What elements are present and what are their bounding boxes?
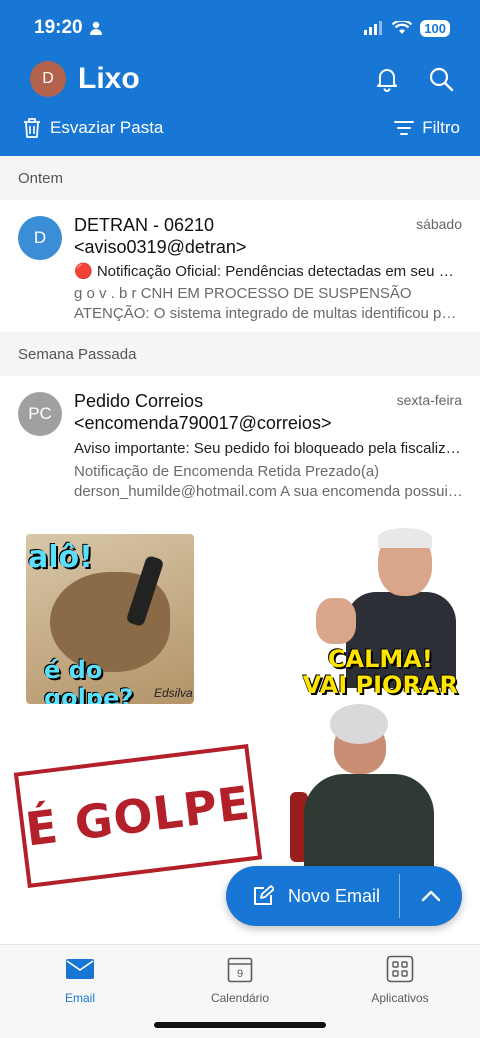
tab-apps[interactable]: Aplicativos: [330, 953, 470, 1005]
woman-hair-illustration: [330, 704, 388, 744]
sticker-signature: Edsilva: [154, 686, 193, 700]
empty-folder-button[interactable]: Esvaziar Pasta: [22, 117, 163, 139]
sticker-text-calma-line2: VAI PIORAR: [302, 671, 458, 699]
filter-button[interactable]: Filtro: [394, 118, 460, 138]
email-date: sábado: [416, 216, 462, 232]
sender-name-line2: <aviso0319@detran>: [74, 237, 247, 257]
sticker-woman-clapping: [290, 700, 460, 870]
tab-apps-label: Aplicativos: [371, 991, 429, 1005]
sender-avatar: D: [18, 216, 62, 260]
home-indicator[interactable]: [154, 1022, 326, 1028]
sender-name-line1: Pedido Correios: [74, 391, 204, 411]
email-preview-line1: g o v . b r CNH EM PROCESSO DE SUSPENSÃO: [74, 285, 412, 302]
man-hair-illustration: [378, 528, 432, 548]
app-header: 19:20 100 D Lixo Esvaziar Pasta Filtro: [0, 0, 480, 156]
email-subject: Aviso importante: Seu pedido foi bloquea…: [74, 440, 464, 457]
filter-icon: [394, 121, 415, 135]
section-header-yesterday: Ontem: [0, 156, 480, 200]
email-subject: 🔴 Notificação Oficial: Pendências detect…: [74, 263, 464, 280]
status-bar: 19:20 100: [34, 14, 450, 42]
tab-calendar[interactable]: 9 Calendário: [170, 953, 310, 1005]
email-preview: Notificação de Encomenda Retida Prezado(…: [74, 462, 464, 502]
chevron-up-icon: [421, 890, 441, 902]
man-hand-illustration: [316, 598, 356, 644]
calendar-day: 9: [237, 968, 243, 980]
title-row: D Lixo: [30, 58, 454, 100]
sticker-dog-phone: alô! é do golpe?: [26, 534, 194, 704]
email-item[interactable]: D DETRAN - 06210 <aviso0319@detran> sába…: [0, 200, 480, 332]
clock: 19:20: [34, 17, 83, 38]
sticker-text-calma: CALMA! VAI PIORAR: [303, 646, 458, 698]
tab-apps-icon-wrap: [386, 953, 414, 985]
calendar-icon: 9: [227, 957, 253, 983]
apps-icon: [386, 955, 414, 983]
new-email-fab: Novo Email: [226, 866, 462, 926]
tab-calendar-icon-wrap: 9: [227, 953, 253, 985]
email-item[interactable]: PC Pedido Correios <encomenda790017@corr…: [0, 376, 480, 510]
trash-icon: [24, 118, 40, 138]
system-icons: 100: [364, 19, 450, 37]
section-header-last-week: Semana Passada: [0, 332, 480, 376]
tab-email-icon-wrap: [65, 953, 95, 985]
sticker-text-e-golpe: É GOLPE: [22, 775, 254, 857]
mail-icon: [66, 959, 94, 979]
email-date: sexta-feira: [396, 392, 462, 408]
sender-name-line1: DETRAN - 06210: [74, 215, 215, 235]
status-time: 19:20: [34, 17, 103, 39]
email-preview-line2: derson_humilde@hotmail.com A sua encomen…: [74, 483, 464, 500]
sticker-e-golpe-stamp: É GOLPE: [13, 744, 263, 888]
battery-indicator: 100: [420, 19, 450, 37]
person-icon: [89, 21, 102, 35]
email-preview: g o v . b r CNH EM PROCESSO DE SUSPENSÃO…: [74, 284, 464, 324]
woman-body-illustration: [304, 774, 434, 870]
account-avatar[interactable]: D: [30, 61, 66, 97]
search-icon[interactable]: [428, 66, 454, 92]
sender-avatar: PC: [18, 392, 62, 436]
sender-name-line2: <encomenda790017@correios>: [74, 413, 332, 433]
tab-calendar-label: Calendário: [210, 991, 270, 1005]
new-email-button[interactable]: Novo Email: [226, 866, 399, 926]
expand-fab-button[interactable]: [400, 866, 462, 926]
sender-name: DETRAN - 06210 <aviso0319@detran>: [74, 214, 374, 258]
email-preview-line1: Notificação de Encomenda Retida Prezado(…: [74, 463, 380, 480]
header-actions: [374, 66, 454, 92]
compose-icon: [254, 885, 274, 905]
filter-label: Filtro: [422, 118, 460, 137]
tab-email[interactable]: Email: [10, 953, 150, 1005]
sticker-text-alo: alô!: [28, 540, 93, 575]
wifi-icon: [392, 21, 413, 34]
sender-name: Pedido Correios <encomenda790017@correio…: [74, 390, 374, 434]
folder-actions: Esvaziar Pasta Filtro: [22, 114, 460, 142]
empty-folder-label: Esvaziar Pasta: [50, 118, 164, 137]
bell-icon[interactable]: [374, 66, 400, 92]
email-preview-line2: ATENÇÃO: O sistema integrado de multas i…: [74, 305, 464, 322]
signal-icon: [364, 21, 383, 35]
sticker-text-calma-line1: CALMA!: [327, 645, 433, 673]
folder-title: Lixo: [78, 62, 140, 95]
new-email-label: Novo Email: [288, 885, 381, 906]
tab-email-label: Email: [64, 991, 95, 1005]
